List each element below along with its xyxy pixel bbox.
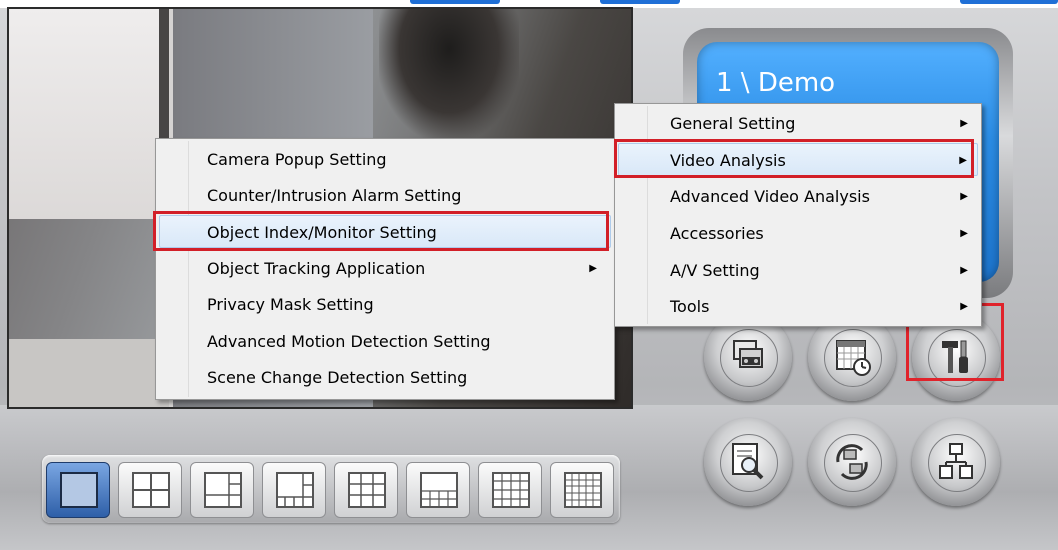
layout-4x4-button[interactable] xyxy=(478,462,542,518)
settings-menu: General Setting ▶ Video Analysis ▶ Advan… xyxy=(614,103,982,327)
submenu-arrow-icon: ▶ xyxy=(960,118,968,129)
schedule-calendar-icon xyxy=(836,340,871,376)
heading-fragment xyxy=(960,0,1058,4)
heading-fragment xyxy=(600,0,680,4)
object-index-highlight xyxy=(153,211,609,251)
layout-3x4-button[interactable] xyxy=(406,462,470,518)
heading-fragment xyxy=(410,0,500,4)
dvr-tape-icon xyxy=(733,340,763,368)
network-icon xyxy=(939,443,973,479)
layout-1plus5-button[interactable] xyxy=(262,462,326,518)
submenu-arrow-icon: ▶ xyxy=(960,265,968,276)
log-search-icon xyxy=(732,443,764,480)
layout-1plus5-icon xyxy=(276,472,314,508)
layout-3x4-icon xyxy=(420,472,458,508)
submenu-arrow-icon: ▶ xyxy=(960,228,968,239)
layout-4x4-icon xyxy=(492,472,530,508)
log-search-button[interactable] xyxy=(704,418,792,506)
menu-item-advanced-motion-detection-setting[interactable]: Advanced Motion Detection Setting xyxy=(159,325,611,358)
network-button[interactable] xyxy=(912,418,1000,506)
backup-button[interactable] xyxy=(808,418,896,506)
layout-2x2-icon xyxy=(132,472,170,508)
menu-item-av-setting[interactable]: A/V Setting ▶ xyxy=(618,254,978,287)
menu-item-counter-intrusion-alarm-setting[interactable]: Counter/Intrusion Alarm Setting xyxy=(159,179,611,212)
submenu-arrow-icon: ▶ xyxy=(960,191,968,202)
menu-item-general-setting[interactable]: General Setting ▶ xyxy=(618,107,978,140)
layout-1x1-button[interactable] xyxy=(46,462,110,518)
video-analysis-highlight xyxy=(614,139,974,178)
layout-3x3-button[interactable] xyxy=(334,462,398,518)
menu-item-scene-change-detection-setting[interactable]: Scene Change Detection Setting xyxy=(159,361,611,394)
menu-item-camera-popup-setting[interactable]: Camera Popup Setting xyxy=(159,143,611,176)
video-analysis-submenu: Camera Popup Setting Counter/Intrusion A… xyxy=(155,138,615,400)
layout-3x3-icon xyxy=(348,472,386,508)
menu-item-advanced-video-analysis[interactable]: Advanced Video Analysis ▶ xyxy=(618,180,978,213)
layout-5x5-button[interactable] xyxy=(550,462,614,518)
layout-5x5-icon xyxy=(564,472,602,508)
menu-item-accessories[interactable]: Accessories ▶ xyxy=(618,217,978,250)
backup-sync-icon xyxy=(836,444,868,480)
layout-1x1-icon xyxy=(60,472,98,508)
menu-item-tools[interactable]: Tools ▶ xyxy=(618,290,978,323)
menu-item-privacy-mask-setting[interactable]: Privacy Mask Setting xyxy=(159,288,611,321)
submenu-arrow-icon: ▶ xyxy=(589,263,597,274)
layout-1plus3-button[interactable] xyxy=(190,462,254,518)
layout-2x2-button[interactable] xyxy=(118,462,182,518)
menu-item-object-tracking-application[interactable]: Object Tracking Application ▶ xyxy=(159,252,611,285)
submenu-arrow-icon: ▶ xyxy=(960,301,968,312)
layout-1plus3-icon xyxy=(204,472,242,508)
camera-label: 1 \ Demo xyxy=(716,68,836,98)
